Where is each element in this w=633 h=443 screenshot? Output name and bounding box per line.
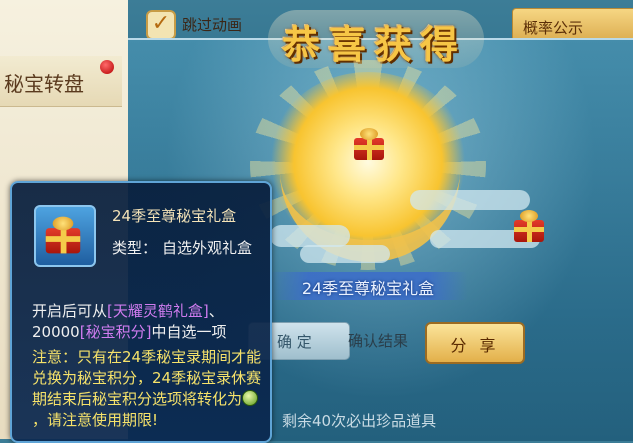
- item-name-banner: 24季至尊秘宝礼盒: [268, 272, 468, 300]
- tooltip-description: 开启后可从[天耀灵鹤礼盒]、20000[秘宝积分]中自选一项: [32, 301, 264, 343]
- item-tooltip: 24季至尊秘宝礼盒 类型： 自选外观礼盒 开启后可从[天耀灵鹤礼盒]、20000…: [10, 181, 272, 443]
- share-button[interactable]: 分 享: [425, 322, 525, 364]
- tooltip-type-value: 自选外观礼盒: [162, 239, 253, 257]
- desc-suffix: 中自选一项: [151, 323, 227, 341]
- note-main: 注意：只有在24季秘宝录期间才能兑换为秘宝积分，24季秘宝录休赛期结束后秘宝积分…: [32, 348, 262, 408]
- skip-animation-toggle[interactable]: ✓ 跳过动画: [138, 6, 266, 40]
- tooltip-type-label: 类型：: [112, 239, 158, 257]
- cloud-decoration: [300, 245, 390, 263]
- cloud-decoration: [410, 190, 530, 210]
- sidebar-tab-label: 秘宝转盘: [4, 72, 84, 96]
- item-name: 24季至尊秘宝礼盒: [301, 279, 435, 298]
- tooltip-item-name: 24季至尊秘宝礼盒: [112, 207, 237, 225]
- desc-option-points: [秘宝积分]: [79, 323, 152, 341]
- share-label: 分 享: [450, 336, 500, 355]
- gift-box-icon[interactable]: [352, 128, 386, 160]
- item-icon-frame: [34, 205, 96, 267]
- check-icon[interactable]: ✓: [146, 10, 176, 40]
- confirm-result-label: 确认结果: [348, 332, 409, 350]
- currency-coin-icon: [242, 390, 259, 406]
- confirm-label: 确 定: [277, 333, 312, 351]
- gift-box-icon: [512, 210, 546, 242]
- sidebar-tab-treasure-wheel[interactable]: 秘宝转盘: [0, 56, 122, 107]
- pity-counter-text: 剩余40次必出珍品道具: [282, 412, 437, 430]
- skip-animation-label: 跳过动画: [182, 16, 243, 34]
- notification-dot-icon: [100, 60, 114, 74]
- tooltip-note: 注意：只有在24季秘宝录期间才能兑换为秘宝积分，24季秘宝录休赛期结束后秘宝积分…: [32, 347, 268, 431]
- cloud-decoration: [270, 225, 350, 247]
- desc-prefix: 开启后可从: [32, 302, 108, 320]
- gift-box-icon: [43, 216, 82, 254]
- note-end: ，请注意使用期限!: [32, 411, 159, 429]
- desc-option-crane-box: [天耀灵鹤礼盒]: [107, 302, 209, 320]
- probability-label: 概率公示: [523, 19, 584, 37]
